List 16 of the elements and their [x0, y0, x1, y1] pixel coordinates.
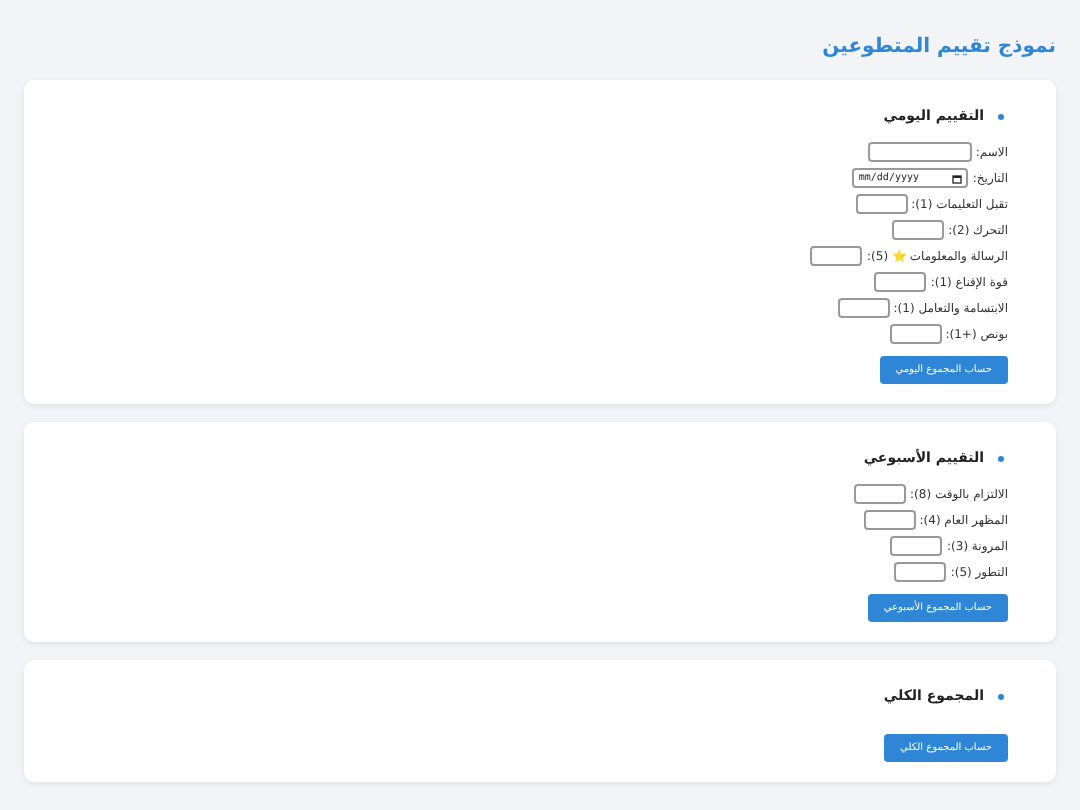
score-input[interactable] — [855, 194, 908, 214]
score-input[interactable] — [810, 246, 863, 266]
score-input[interactable] — [863, 510, 916, 530]
score-input[interactable] — [894, 562, 947, 582]
score-input[interactable] — [890, 536, 943, 556]
score-input[interactable] — [889, 324, 942, 344]
form-title: نموذج تقييم المتطوعين — [822, 36, 1056, 58]
score-input[interactable] — [837, 298, 890, 318]
bullet-icon — [998, 693, 1004, 699]
name-input[interactable] — [867, 142, 972, 162]
score-input[interactable] — [874, 272, 927, 292]
score-input[interactable] — [854, 484, 907, 504]
score-input[interactable] — [892, 220, 945, 240]
calendar-icon[interactable] — [952, 174, 963, 184]
bullet-icon — [998, 113, 1004, 119]
bullet-icon — [998, 455, 1004, 461]
